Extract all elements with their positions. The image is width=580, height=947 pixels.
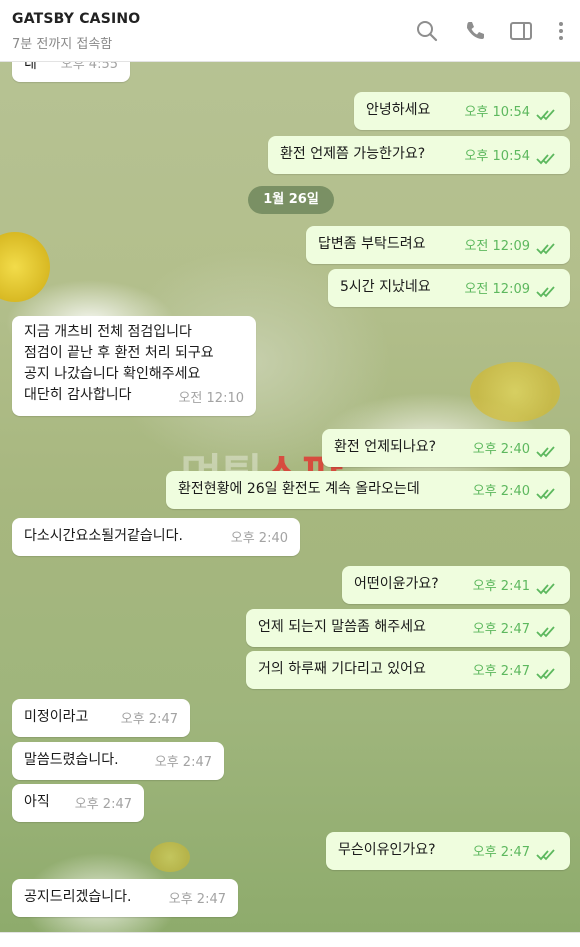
read-check-icon [536,849,555,861]
chat-header: GATSBY CASINO 7분 전까지 접속함 [0,0,580,62]
message-text: 거의 하루째 기다리고 있어요 [258,661,426,677]
incoming-message[interactable]: 지금 개츠비 전체 점검입니다 점검이 끝난 후 환전 처리 되구요 공지 나갔… [12,316,256,416]
outgoing-message[interactable]: 언제 되는지 말씀좀 해주세요 오후 2:47 [246,609,570,647]
message-time: 오전 12:10 [178,391,244,406]
message-time: 오후 10:54 [464,149,530,164]
message-line: 지금 개츠비 전체 점검입니다 [24,324,192,340]
message-text: 미정이라고 [24,709,89,725]
outgoing-message[interactable]: 거의 하루째 기다리고 있어요 오후 2:47 [246,651,570,689]
message-text: 환전 언제쯤 가능한가요? [280,146,426,162]
message-text: 어떤이윤가요? [354,576,439,592]
message-text: 네 [24,62,37,72]
message-time: 오전 12:09 [464,282,530,297]
message-time: 오후 2:47 [472,845,530,860]
message-text: 말씀드렸습니다. [24,752,119,768]
message-time: 오후 2:41 [472,579,530,594]
message-text: 다소시간요소될거같습니다. [24,528,184,544]
incoming-message[interactable]: 미정이라고 오후 2:47 [12,699,190,737]
phone-icon[interactable] [462,18,488,44]
message-text: 안녕하세요 [366,102,431,118]
read-check-icon [536,109,555,121]
outgoing-message[interactable]: 환전현황에 26일 환전도 계속 올라오는데 오후 2:40 [166,471,570,509]
outgoing-message[interactable]: 무슨이유인가요? 오후 2:47 [326,832,570,870]
message-time: 오전 12:09 [464,239,530,254]
read-check-icon [536,488,555,500]
message-time: 오후 2:47 [472,664,530,679]
chat-history[interactable]: 먹튀스팟 네 오후 4:55 안녕하세요 오후 10:54 환전 언제쯤 가능한… [0,62,580,932]
message-time: 오후 4:55 [60,62,118,72]
chat-title[interactable]: GATSBY CASINO [12,11,140,27]
message-text: 언제 되는지 말씀좀 해주세요 [258,619,426,635]
date-divider: 1월 26일 [248,186,334,214]
message-text: 공지드리겠습니다. [24,889,132,905]
message-time: 오후 2:47 [74,797,132,812]
flower-decoration [150,842,190,872]
message-time: 오후 10:54 [464,105,530,120]
read-check-icon [536,286,555,298]
message-time: 오후 2:40 [472,484,530,499]
read-check-icon [536,153,555,165]
read-check-icon [536,626,555,638]
read-check-icon [536,446,555,458]
sidebar-icon[interactable] [508,18,534,44]
message-time: 오후 2:40 [230,531,288,546]
outgoing-message[interactable]: 답변좀 부탁드려요 오전 12:09 [306,226,570,264]
message-text: 환전현황에 26일 환전도 계속 올라오는데 [178,481,420,497]
outgoing-message[interactable]: 안녕하세요 오후 10:54 [354,92,570,130]
message-line: 점검이 끝난 후 환전 처리 되구요 [24,345,214,361]
last-seen-status: 7분 전까지 접속함 [12,37,113,52]
message-line: 공지 나갔습니다 확인해주세요 [24,366,201,382]
incoming-message[interactable]: 아직 오후 2:47 [12,784,144,822]
incoming-message[interactable]: 말씀드렸습니다. 오후 2:47 [12,742,224,780]
read-check-icon [536,668,555,680]
message-text: 5시간 지났네요 [340,279,431,295]
message-time: 오후 2:47 [154,755,212,770]
outgoing-message[interactable]: 5시간 지났네요 오전 12:09 [328,269,570,307]
message-time: 오후 2:47 [120,712,178,727]
outgoing-message[interactable]: 환전 언제쯤 가능한가요? 오후 10:54 [268,136,570,174]
outgoing-message[interactable]: 환전 언제되나요? 오후 2:40 [322,429,570,467]
message-text: 답변좀 부탁드려요 [318,236,426,252]
more-icon[interactable] [548,18,574,44]
message-text: 아직 [24,794,50,810]
outgoing-message[interactable]: 어떤이윤가요? 오후 2:41 [342,566,570,604]
message-text: 환전 언제되나요? [334,439,437,455]
incoming-message[interactable]: 네 오후 4:55 [12,62,130,82]
flower-decoration [0,232,50,302]
message-time: 오후 2:40 [472,442,530,457]
message-composer[interactable] [0,932,580,947]
read-check-icon [536,243,555,255]
message-text: 무슨이유인가요? [338,842,436,858]
incoming-message[interactable]: 공지드리겠습니다. 오후 2:47 [12,879,238,917]
incoming-message[interactable]: 다소시간요소될거같습니다. 오후 2:40 [12,518,300,556]
read-check-icon [536,583,555,595]
search-icon[interactable] [414,18,440,44]
message-time: 오후 2:47 [168,892,226,907]
message-time: 오후 2:47 [472,622,530,637]
flower-decoration [470,362,560,422]
